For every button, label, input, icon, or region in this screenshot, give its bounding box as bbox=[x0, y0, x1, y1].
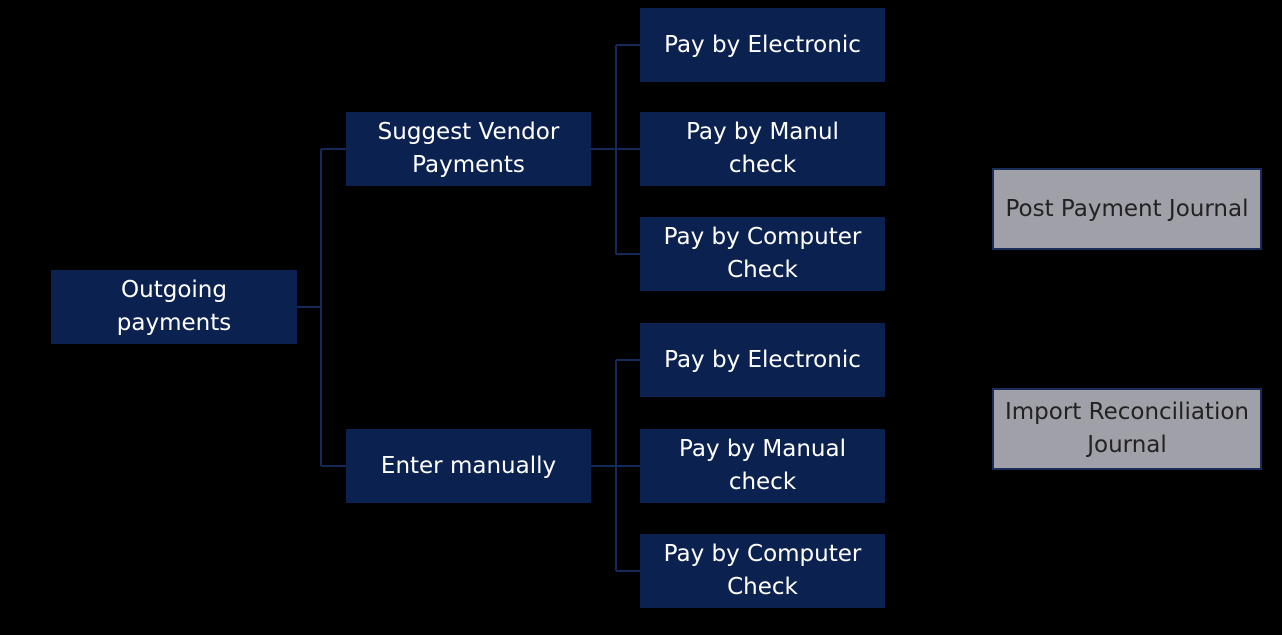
branch-node-suggest-vendor-payments: Suggest Vendor Payments bbox=[346, 112, 591, 186]
branch-node-enter-manually: Enter manually bbox=[346, 429, 591, 503]
leaf-node-pay-manual-check-2: Pay by Manual check bbox=[640, 429, 885, 503]
leaf-node-pay-electronic-1: Pay by Electronic bbox=[640, 8, 885, 82]
leaf-node-pay-computer-check-2: Pay by Computer Check bbox=[640, 534, 885, 608]
leaf-node-pay-electronic-2: Pay by Electronic bbox=[640, 323, 885, 397]
leaf-node-pay-manual-check-1: Pay by Manul check bbox=[640, 112, 885, 186]
side-box-import-reconciliation-journal: Import Reconciliation Journal bbox=[992, 388, 1262, 470]
leaf-node-pay-computer-check-1: Pay by Computer Check bbox=[640, 217, 885, 291]
side-box-post-payment-journal: Post Payment Journal bbox=[992, 168, 1262, 250]
root-node-outgoing-payments: Outgoing payments bbox=[51, 270, 297, 344]
